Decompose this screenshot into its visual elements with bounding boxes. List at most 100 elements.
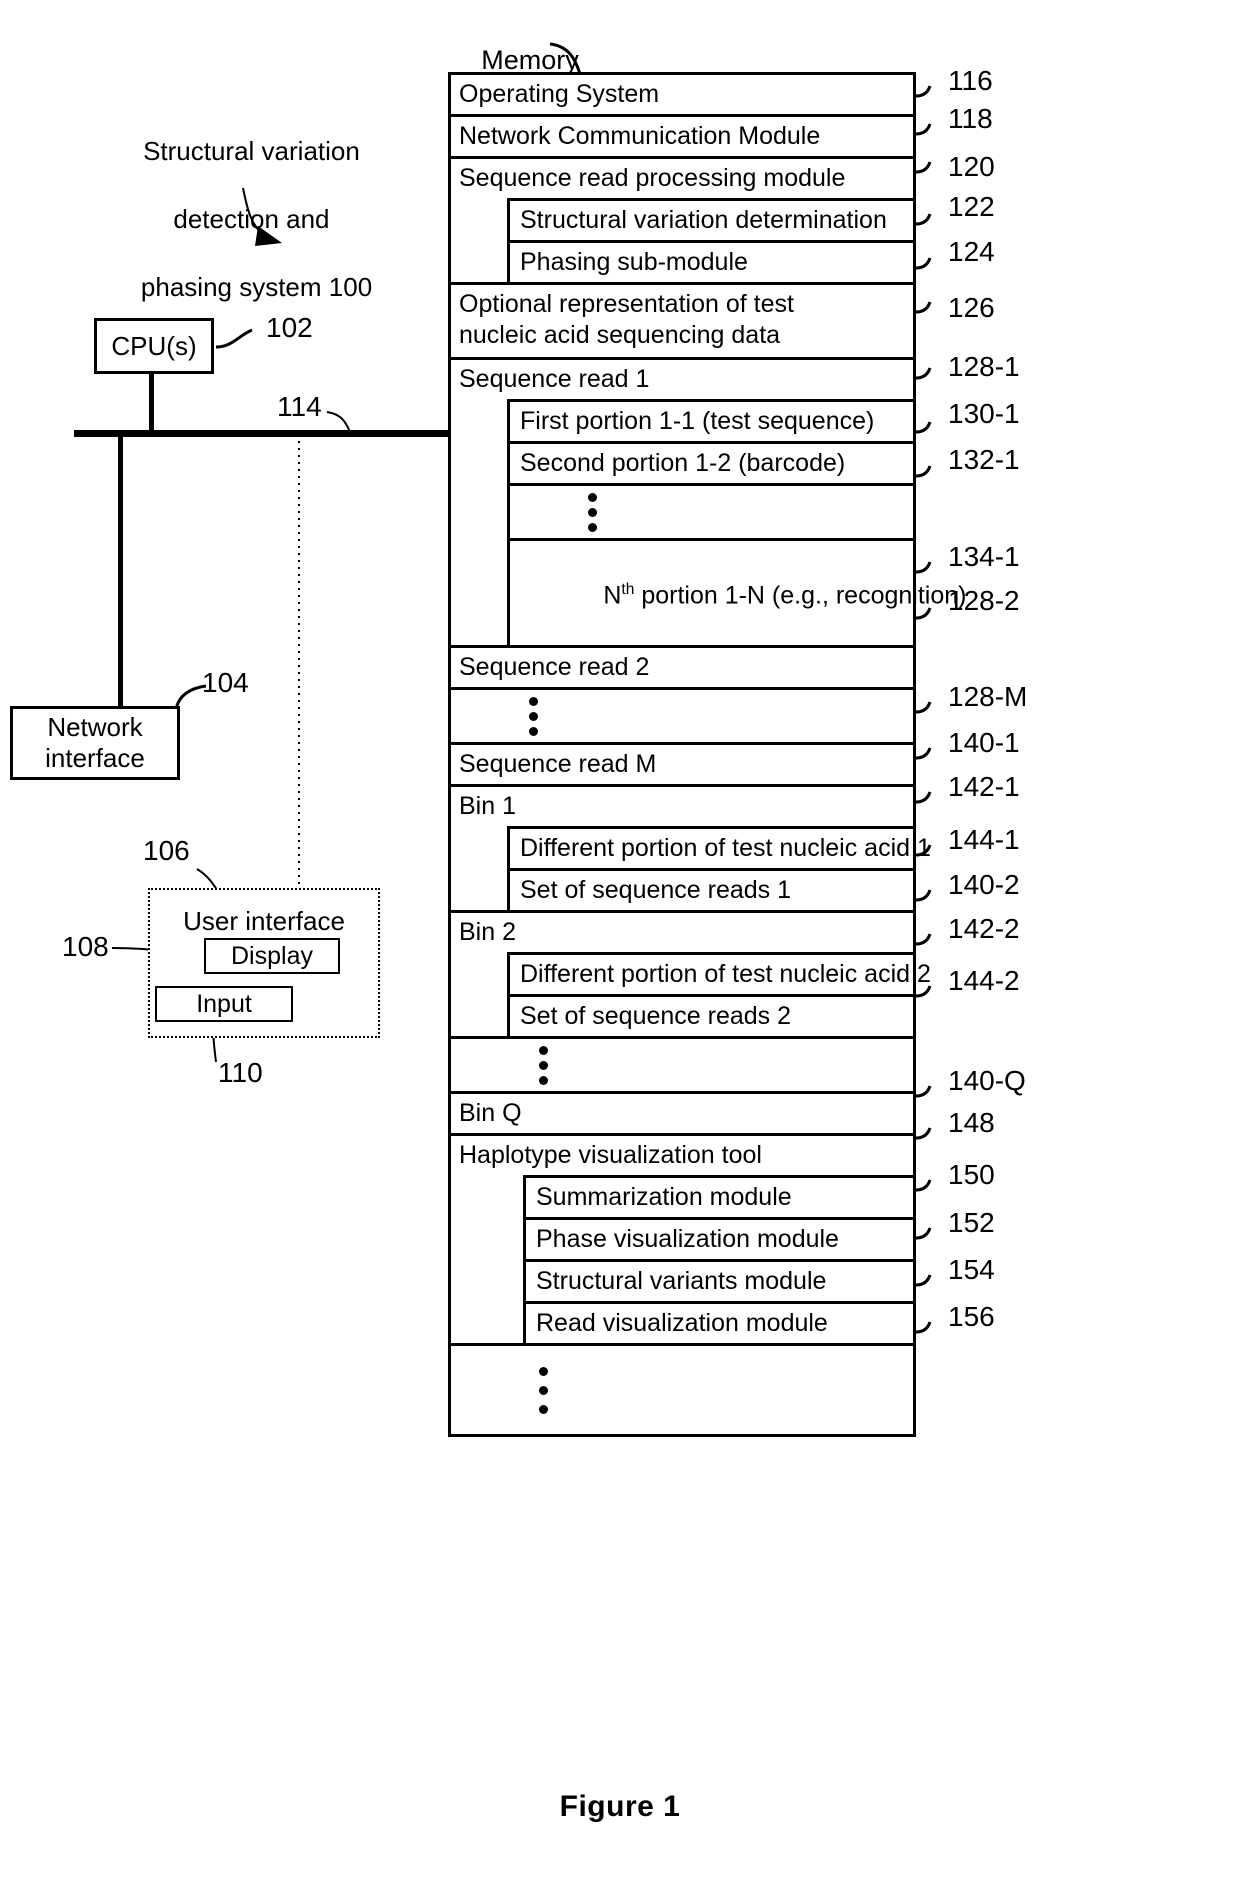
optional-representation-label: Optional representation of test nucleic …	[459, 290, 794, 349]
input-box[interactable]: Input	[155, 986, 293, 1022]
memory-row-first-portion: First portion 1-1 (test sequence)	[510, 399, 913, 441]
ref-152: 152	[948, 1207, 995, 1238]
ref-140-2: 140-2	[948, 869, 1020, 900]
second-portion-label: Second portion 1-2 (barcode)	[520, 449, 846, 477]
figure-caption: Figure 1	[559, 1790, 681, 1823]
ref-128-2: 128-2	[948, 585, 1020, 616]
ref-148: 148	[948, 1107, 995, 1138]
read-visualization-module-label: Read visualization module	[536, 1309, 828, 1338]
system-title: Structural variation detection and phasi…	[112, 100, 372, 338]
memory-row-final-ellipsis	[451, 1346, 913, 1435]
memory-row-sequence-read-2: Sequence read 2	[451, 648, 913, 691]
ref-140-Q: 140-Q	[948, 1065, 1026, 1096]
ref-128-M: 128-M	[948, 681, 1028, 712]
ref-124: 124	[948, 236, 995, 267]
memory-row-bin-ellipsis	[451, 1039, 913, 1095]
ref-128-1: 128-1	[948, 351, 1020, 382]
bin-q-label: Bin Q	[459, 1099, 522, 1128]
vertical-ellipsis-icon	[451, 1039, 913, 1091]
sequence-read-2-label: Sequence read 2	[459, 653, 650, 682]
ref-132-1: 132-1	[948, 444, 1020, 475]
phasing-sub-module-label: Phasing sub-module	[520, 248, 748, 276]
structural-variants-module-label: Structural variants module	[536, 1267, 827, 1296]
cpu-label: CPU(s)	[111, 330, 197, 361]
ref-114: 114	[277, 391, 322, 422]
ref-102: 102	[266, 312, 313, 343]
memory-row-sequence-read-processing-module: Sequence read processing module Structur…	[451, 159, 913, 285]
operating-system-label: Operating System	[459, 80, 660, 108]
ref-142-1: 142-1	[948, 771, 1020, 802]
nth-portion-label: portion 1-N (e.g., recognition)	[641, 581, 967, 610]
network-interface-box: Network interface	[10, 706, 180, 780]
memory-row-nth-portion: Nth portion 1-N (e.g., recognition)	[510, 538, 966, 645]
bin-2-label: Bin 2	[459, 918, 516, 947]
network-interface-label-line2: interface	[45, 743, 145, 773]
sequence-read-1-label: Sequence read 1	[459, 365, 650, 393]
ref-110: 110	[218, 1057, 263, 1088]
system-title-line1: Structural variation	[143, 136, 360, 166]
display-label: Display	[231, 941, 313, 970]
ref-106: 106	[143, 835, 190, 866]
memory-row-summarization-module: Summarization module	[526, 1175, 913, 1217]
memory-row-network-communication-module: Network Communication Module	[451, 117, 913, 159]
display-box[interactable]: Display	[204, 938, 340, 974]
sequence-read-processing-module-label: Sequence read processing module	[459, 164, 846, 192]
memory-row-different-portion-1: Different portion of test nucleic acid 1	[510, 826, 931, 868]
nth-portion-prefix: N	[603, 581, 622, 610]
user-interface-label: User interface	[183, 906, 345, 936]
memory-label: Memory	[481, 45, 579, 75]
memory-row-phase-visualization-module: Phase visualization module	[526, 1217, 913, 1259]
memory-row-bin-2: Bin 2 Different portion of test nucleic …	[451, 913, 931, 1040]
memory-row-sequence-read-m: Sequence read M	[451, 745, 913, 788]
ref-130-1: 130-1	[948, 398, 1020, 429]
memory-row-portion-ellipsis	[510, 483, 913, 538]
ref-142-2: 142-2	[948, 913, 1020, 944]
ref-104: 104	[202, 667, 249, 698]
vertical-ellipsis-icon	[451, 1346, 913, 1434]
different-portion-1-label: Different portion of test nucleic acid 1	[520, 834, 931, 863]
nth-portion-superscript: th	[621, 581, 635, 598]
ref-150: 150	[948, 1159, 995, 1190]
cpu-box: CPU(s)	[94, 318, 214, 374]
ref-140-1: 140-1	[948, 727, 1020, 758]
memory-row-bin-q: Bin Q	[451, 1094, 913, 1137]
ref-116: 116	[948, 65, 993, 96]
vertical-ellipsis-icon	[510, 486, 913, 538]
set-of-reads-2-label: Set of sequence reads 2	[520, 1002, 792, 1031]
memory-row-phasing-sub-module: Phasing sub-module	[510, 240, 913, 282]
memory-row-read-visualization-module: Read visualization module	[526, 1301, 913, 1343]
memory-row-second-portion: Second portion 1-2 (barcode)	[510, 441, 913, 483]
sequence-read-processing-submodules: Structural variation determination Phasi…	[507, 198, 913, 282]
vertical-ellipsis-icon	[451, 690, 913, 742]
haplotype-visualization-tool-label: Haplotype visualization tool	[459, 1141, 762, 1170]
system-title-line3: phasing system 100	[140, 272, 373, 302]
summarization-module-label: Summarization module	[536, 1183, 792, 1212]
ref-122: 122	[948, 191, 995, 222]
memory-row-structural-variation-determination: Structural variation determination	[510, 198, 913, 240]
memory-row-structural-variants-module: Structural variants module	[526, 1259, 913, 1301]
phase-visualization-module-label: Phase visualization module	[536, 1225, 839, 1254]
memory-row-set-of-reads-2: Set of sequence reads 2	[510, 994, 913, 1036]
set-of-reads-1-label: Set of sequence reads 1	[520, 876, 792, 905]
ref-108: 108	[62, 931, 109, 962]
figure-canvas: Structural variation detection and phasi…	[0, 0, 1240, 1888]
bin-1-contents: Different portion of test nucleic acid 1…	[507, 826, 931, 911]
sequence-read-1-portions: First portion 1-1 (test sequence) Second…	[507, 399, 966, 646]
bin-2-contents: Different portion of test nucleic acid 2…	[507, 952, 931, 1037]
network-communication-module-label: Network Communication Module	[459, 122, 821, 150]
memory-block: Operating System Network Communication M…	[448, 72, 966, 1438]
ref-144-1: 144-1	[948, 824, 1020, 855]
memory-row-operating-system: Operating System	[451, 75, 913, 117]
haplotype-tool-modules: Summarization module Phase visualization…	[523, 1175, 913, 1344]
ref-156: 156	[948, 1301, 995, 1332]
bin-1-label: Bin 1	[459, 792, 516, 821]
different-portion-2-label: Different portion of test nucleic acid 2	[520, 960, 931, 989]
ref-154: 154	[948, 1254, 995, 1285]
sequence-read-m-label: Sequence read M	[459, 750, 657, 779]
ref-120: 120	[948, 151, 995, 182]
memory-row-different-portion-2: Different portion of test nucleic acid 2	[510, 952, 931, 994]
memory-row-sequence-read-ellipsis	[451, 690, 913, 746]
structural-variation-determination-label: Structural variation determination	[520, 206, 887, 234]
memory-row-sequence-read-1: Sequence read 1 First portion 1-1 (test …	[451, 360, 966, 649]
input-label: Input	[196, 989, 252, 1018]
